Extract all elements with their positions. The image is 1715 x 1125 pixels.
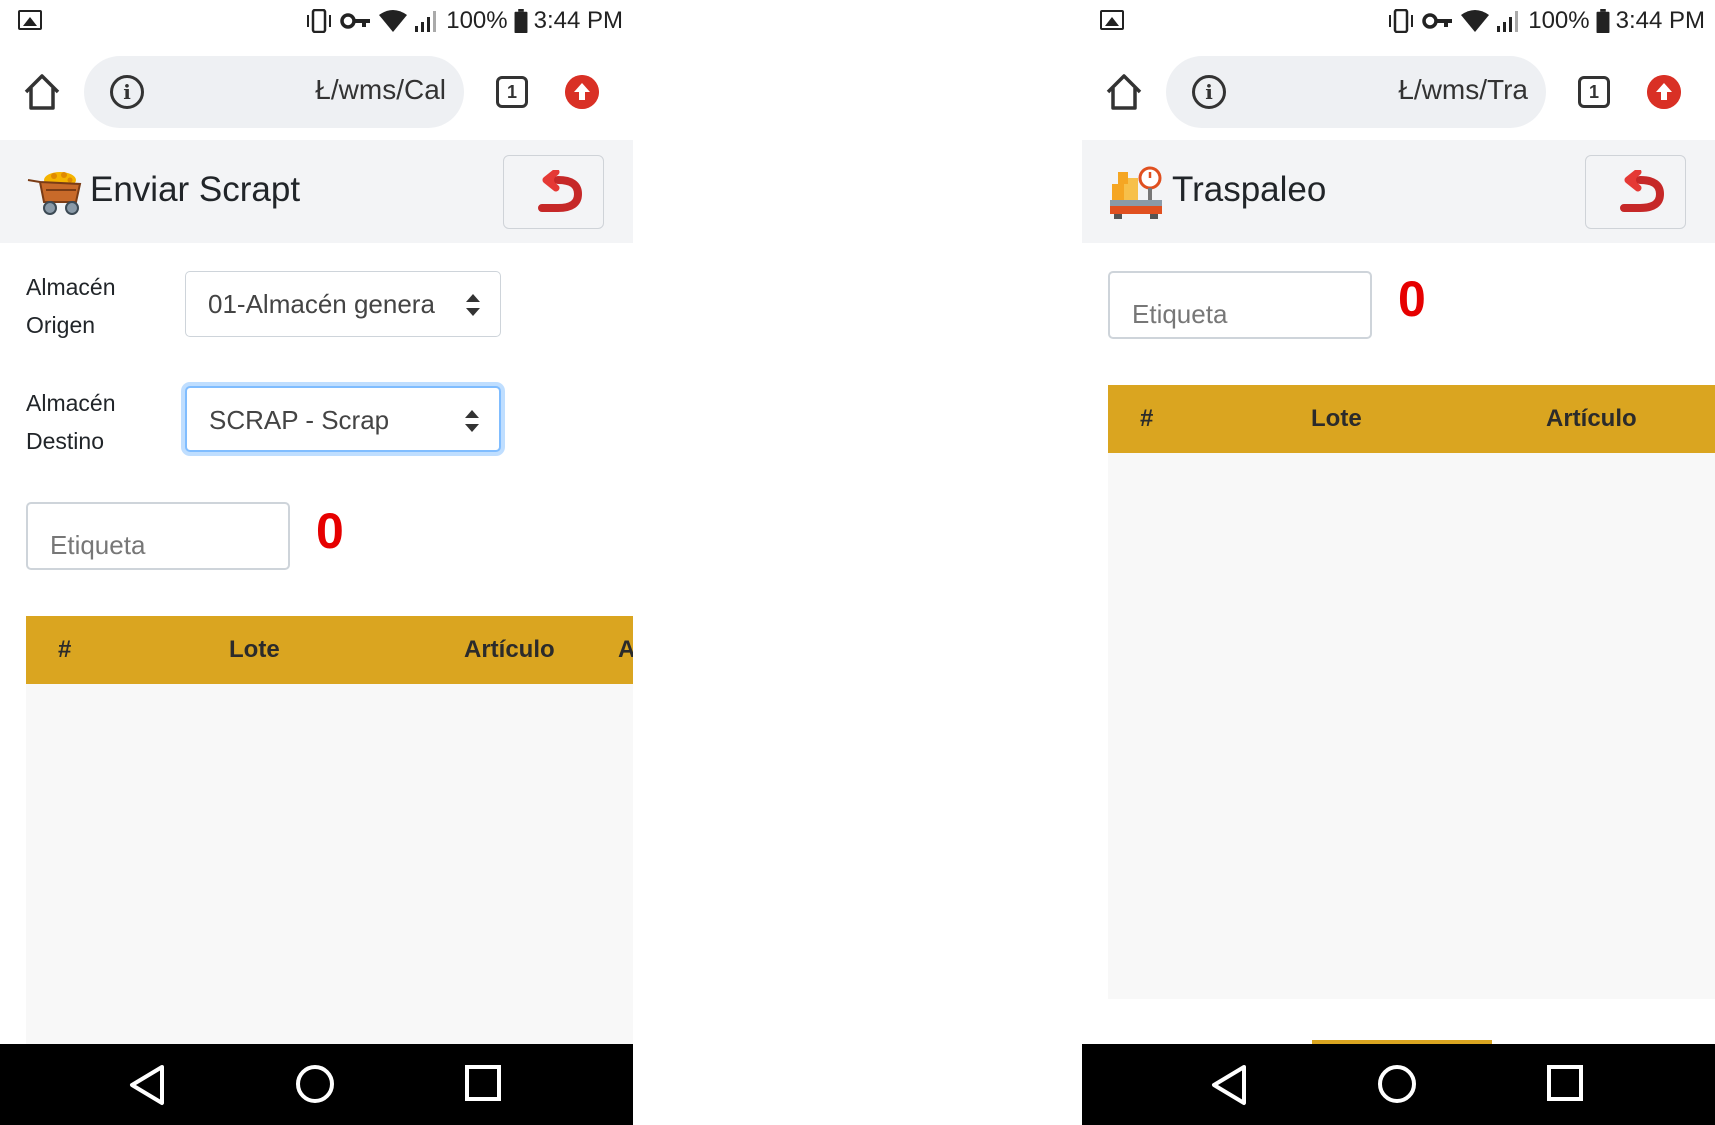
vpn-key-icon	[340, 13, 371, 29]
nav-recents-icon[interactable]	[465, 1065, 501, 1101]
column-header-articulo[interactable]: Artículo	[1546, 405, 1637, 433]
return-arrow-icon	[538, 170, 583, 212]
right-screen: 100% 3:44 PM i Ł/wms/Tra 1 Traspaleo Eti…	[1082, 0, 1715, 1125]
tab-switcher-button[interactable]: 1	[496, 76, 528, 108]
address-bar[interactable]: i Ł/wms/Tra	[1166, 56, 1546, 128]
browser-toolbar: i Ł/wms/Tra 1	[1082, 48, 1715, 140]
origin-select-value: 01-Almacén genera	[208, 289, 435, 319]
nav-back-icon[interactable]	[1210, 1064, 1248, 1106]
mining-cart-icon	[27, 172, 82, 215]
column-header-lote[interactable]: Lote	[229, 636, 280, 664]
wifi-icon	[379, 10, 408, 32]
battery-percent: 100%	[1528, 7, 1590, 34]
app-header: Enviar Scrapt	[0, 140, 633, 243]
image-notification-icon	[1100, 10, 1124, 30]
scan-counter: 0	[1398, 271, 1426, 327]
table-header: # Lote Artículo A	[26, 616, 633, 684]
nav-home-icon[interactable]	[1378, 1065, 1416, 1103]
destination-select[interactable]: SCRAP - Scrap	[185, 386, 501, 452]
vibrate-icon	[1389, 9, 1414, 33]
upload-icon[interactable]	[565, 75, 599, 109]
origin-label: Almacén Origen	[26, 274, 116, 338]
nav-recents-icon[interactable]	[1547, 1065, 1583, 1101]
status-bar: 100% 3:44 PM	[0, 0, 633, 42]
battery-icon	[514, 9, 528, 33]
column-header-number[interactable]: #	[1140, 405, 1153, 433]
table-header: # Lote Artículo	[1108, 385, 1715, 453]
wifi-icon	[1461, 10, 1490, 32]
android-nav-bar	[0, 1044, 633, 1125]
vpn-key-icon	[1422, 13, 1453, 29]
battery-icon	[1596, 9, 1610, 33]
column-header-lote[interactable]: Lote	[1311, 405, 1362, 433]
vibrate-icon	[307, 9, 332, 33]
destination-label: Almacén Destino	[26, 390, 116, 454]
battery-percent: 100%	[446, 7, 508, 34]
select-arrows-icon	[466, 294, 480, 316]
status-bar: 100% 3:44 PM	[1082, 0, 1715, 42]
url-text[interactable]: Ł/wms/Tra	[1398, 74, 1528, 106]
destination-select-value: SCRAP - Scrap	[209, 405, 390, 435]
app-header: Traspaleo	[1082, 140, 1715, 243]
column-header-number[interactable]: #	[58, 636, 71, 664]
tab-switcher-button[interactable]: 1	[1578, 76, 1610, 108]
scale-boxes-icon	[1110, 166, 1162, 219]
info-icon[interactable]: i	[110, 75, 144, 109]
image-notification-icon	[18, 10, 42, 30]
upload-icon[interactable]	[1647, 75, 1681, 109]
back-button[interactable]	[1585, 155, 1686, 229]
nav-home-icon[interactable]	[296, 1065, 334, 1103]
signal-icon	[1497, 11, 1519, 32]
left-screen: 100% 3:44 PM i Ł/wms/Cal 1 Enviar Scrapt	[0, 0, 633, 1125]
status-time: 3:44 PM	[533, 7, 623, 34]
address-bar[interactable]: i Ł/wms/Cal	[84, 56, 464, 128]
android-nav-bar	[1082, 1044, 1715, 1125]
origin-select[interactable]: 01-Almacén genera	[185, 271, 501, 337]
column-header-truncated[interactable]: A	[618, 636, 633, 664]
select-arrows-icon	[465, 410, 479, 432]
signal-icon	[415, 11, 437, 32]
browser-toolbar: i Ł/wms/Cal 1	[0, 48, 633, 140]
scan-counter: 0	[316, 503, 344, 559]
status-time: 3:44 PM	[1615, 7, 1705, 34]
page-title: Traspaleo	[1172, 170, 1327, 209]
info-icon[interactable]: i	[1192, 75, 1226, 109]
home-icon[interactable]	[20, 70, 64, 114]
table-body	[1108, 453, 1715, 999]
etiqueta-input[interactable]	[1108, 271, 1372, 339]
column-header-articulo[interactable]: Artículo	[464, 636, 555, 664]
home-icon[interactable]	[1102, 70, 1146, 114]
page-title: Enviar Scrapt	[90, 170, 301, 209]
table-body	[26, 684, 633, 1044]
nav-back-icon[interactable]	[128, 1064, 166, 1106]
return-arrow-icon	[1620, 170, 1665, 212]
back-button[interactable]	[503, 155, 604, 229]
url-text[interactable]: Ł/wms/Cal	[315, 74, 446, 106]
etiqueta-input[interactable]	[26, 502, 290, 570]
